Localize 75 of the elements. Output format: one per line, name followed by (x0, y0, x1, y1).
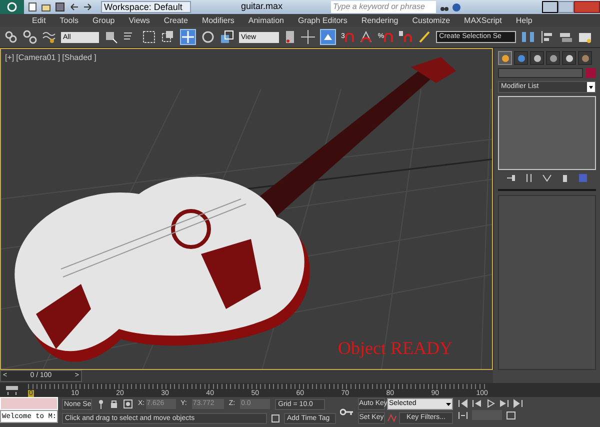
viewport-caption: Object READY (338, 337, 452, 360)
search-field[interactable]: Type a keyword or phrase (331, 1, 436, 13)
viewport-menu-label[interactable]: [Camera01 ] (16, 52, 60, 64)
menu-item[interactable]: Edit (32, 14, 46, 26)
caret-icon (587, 82, 595, 92)
go-to-start-icon[interactable] (458, 399, 468, 408)
command-panel-tab[interactable] (578, 51, 592, 65)
app-menu-button[interactable] (0, 0, 24, 14)
layers-icon[interactable] (559, 30, 574, 44)
play-icon[interactable] (486, 399, 495, 408)
viewport-menu-label[interactable]: [Shaded ] (62, 52, 96, 64)
mirror-icon[interactable] (521, 30, 536, 44)
time-configuration-icon[interactable] (506, 410, 516, 420)
rotate-icon[interactable] (201, 30, 215, 44)
menu-item[interactable]: Tools (60, 14, 78, 26)
isolate-icon[interactable] (97, 399, 105, 409)
make-unique-icon[interactable] (542, 173, 552, 183)
minimize-button[interactable] (542, 1, 558, 13)
viewport[interactable]: [+] [Camera01 ] [Shaded ] Object READY (0, 48, 493, 370)
absolute-mode-icon[interactable] (123, 399, 133, 409)
menu-item[interactable]: Group (92, 14, 115, 26)
select-object-icon[interactable] (104, 30, 118, 44)
new-file-icon[interactable] (28, 2, 37, 12)
menu-item[interactable]: Help (516, 14, 532, 26)
workspace-dropdown[interactable]: Workspace: Default (101, 1, 191, 13)
modifier-stack[interactable] (498, 96, 596, 170)
align-icon[interactable] (540, 30, 554, 44)
window-crossing-icon[interactable] (161, 30, 175, 44)
upload-icon (323, 32, 333, 42)
command-panel-tab[interactable] (546, 51, 560, 65)
window-icon[interactable] (271, 414, 280, 422)
move-button[interactable] (180, 29, 196, 45)
help-icon[interactable] (452, 2, 461, 12)
remove-modifier-icon[interactable] (560, 173, 570, 183)
menu-item[interactable]: MAXScript (464, 14, 502, 26)
show-end-result-icon[interactable] (524, 173, 534, 183)
unlink-icon[interactable] (23, 30, 37, 44)
menu-item[interactable]: Create (164, 14, 188, 26)
rectangle-selection-icon[interactable] (142, 30, 156, 44)
menu-item[interactable]: Animation (248, 14, 284, 26)
pin-stack-icon[interactable] (506, 173, 516, 183)
scale-icon[interactable] (220, 30, 234, 44)
angle-snap-icon[interactable] (358, 30, 373, 44)
save-icon[interactable] (55, 2, 65, 12)
object-name-field[interactable] (498, 68, 583, 78)
open-folder-icon[interactable] (41, 2, 51, 12)
key-icon[interactable] (340, 408, 354, 416)
command-panel-tab[interactable] (530, 51, 544, 65)
wave-icon[interactable] (42, 30, 56, 44)
keyboard-shortcut-button[interactable] (320, 29, 336, 45)
viewport-menu-label[interactable]: [+] (5, 52, 14, 64)
logo-icon (7, 2, 17, 12)
menu-item[interactable]: Views (128, 14, 150, 26)
menu-item[interactable]: Rendering (361, 14, 398, 26)
command-panel-tab[interactable] (562, 51, 576, 65)
edit-named-selection-icon[interactable] (417, 30, 432, 44)
object-color-swatch[interactable] (586, 68, 596, 78)
next-frame-icon[interactable] (499, 399, 509, 408)
menu-item[interactable]: Graph Editors (298, 14, 348, 26)
lock-icon[interactable] (110, 399, 118, 409)
command-panel-tab[interactable] (514, 51, 528, 65)
pivot-icon[interactable] (284, 30, 296, 44)
menu-item[interactable]: Modifiers (202, 14, 234, 26)
menu-item[interactable]: Customize (412, 14, 450, 26)
link-icon[interactable] (4, 30, 18, 44)
move-icon (182, 31, 194, 43)
move-icon[interactable] (301, 30, 315, 44)
redo-icon[interactable] (83, 2, 93, 12)
render-setup-icon[interactable] (578, 30, 592, 44)
file-name: guitar.max (241, 0, 284, 14)
key-mode-toggle-icon[interactable] (458, 410, 468, 420)
go-to-end-icon[interactable] (513, 399, 523, 408)
spinner-snap-icon[interactable] (398, 30, 412, 44)
previous-frame-icon[interactable] (472, 399, 482, 408)
undo-icon[interactable] (69, 2, 79, 12)
